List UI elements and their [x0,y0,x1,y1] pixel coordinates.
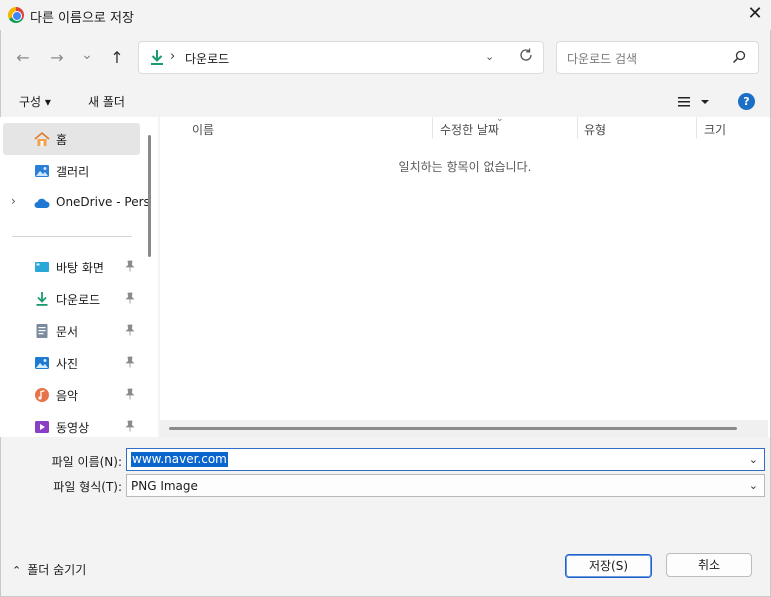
save-button[interactable]: 저장(S) [565,554,652,578]
sidebar-item-label: 바탕 화면 [56,261,104,275]
search-box[interactable]: 다운로드 검색 [556,41,759,74]
pin-icon[interactable] [124,420,136,432]
column-header-name[interactable]: 이름 [192,121,214,138]
address-bar[interactable]: › 다운로드 ⌄ [138,41,544,74]
chevron-down-icon[interactable]: ⌄ [485,50,494,63]
up-button[interactable]: ↑ [106,47,128,69]
chevron-right-icon[interactable]: › [11,194,16,208]
pin-icon[interactable] [124,388,136,400]
file-type-label: 파일 형식(T): [53,480,122,494]
cancel-button[interactable]: 취소 [666,553,752,577]
sidebar-item-downloads[interactable]: 다운로드 [3,283,140,315]
sidebar-item-pictures[interactable]: 사진 [3,347,140,379]
hide-folders-button[interactable]: ⌃ 폴더 숨기기 [12,561,86,578]
sidebar-item-music[interactable]: 음악 [3,379,140,411]
chevron-down-icon[interactable]: ⌄ [749,453,758,466]
pin-icon[interactable] [124,260,136,272]
sidebar-item-label: 다운로드 [56,293,101,307]
new-folder-button[interactable]: 새 폴더 [88,93,125,110]
column-separator[interactable] [696,117,697,139]
search-icon[interactable] [731,49,747,65]
sidebar-divider [12,236,132,237]
music-icon [35,388,49,402]
column-separator[interactable] [432,117,433,139]
sidebar-scrollbar[interactable] [148,135,151,257]
document-icon [36,324,48,338]
organize-menu-button[interactable]: 구성 ▾ [19,93,51,110]
home-icon [34,131,50,146]
sidebar-item-label: OneDrive - Pers [56,195,150,209]
empty-list-message: 일치하는 항목이 없습니다. [398,160,532,174]
video-icon [35,421,49,433]
forward-button[interactable]: → [46,47,68,69]
chevron-up-icon: ⌃ [12,564,22,577]
search-placeholder: 다운로드 검색 [567,52,638,66]
column-separator[interactable] [577,117,578,139]
help-icon[interactable]: ? [738,93,755,110]
file-name-label: 파일 이름(N): [51,455,122,469]
sidebar-item-videos[interactable]: 동영상 [3,411,140,437]
chrome-app-icon [8,7,24,23]
breadcrumb-downloads[interactable]: 다운로드 [185,50,229,67]
list-view-icon [678,97,690,107]
file-name-value[interactable]: www.naver.com [131,452,228,467]
file-type-select[interactable]: PNG Image ⌄ [126,474,765,497]
sidebar-item-gallery[interactable]: 갤러리 [3,155,140,187]
sidebar-item-onedrive[interactable]: › OneDrive - Pers [3,187,150,219]
download-icon [36,292,48,306]
sidebar-item-desktop[interactable]: 바탕 화면 [3,251,140,283]
close-button[interactable]: ✕ [744,3,766,25]
file-name-input[interactable]: www.naver.com ⌄ [126,448,765,471]
column-header-date-modified[interactable]: 수정한 날짜 [440,121,499,138]
dialog-title: 다른 이름으로 저장 [30,11,134,26]
pin-icon[interactable] [124,356,136,368]
sidebar-item-label: 홈 [56,133,68,147]
view-options-button[interactable] [677,94,711,110]
pin-icon[interactable] [124,324,136,336]
desktop-icon [35,262,49,272]
download-icon [151,50,163,65]
breadcrumb-separator: › [170,49,176,64]
sidebar-item-label: 동영상 [56,421,90,435]
gallery-icon [35,165,49,177]
back-button[interactable]: ← [12,47,34,69]
column-header-type[interactable]: 유형 [584,121,606,138]
chevron-down-icon [701,100,709,104]
chevron-down-icon[interactable]: ⌄ [749,479,758,492]
file-type-value: PNG Image [131,479,198,493]
sidebar-item-label: 문서 [56,325,79,339]
refresh-icon[interactable] [518,47,534,63]
sidebar-item-label: 갤러리 [56,165,90,179]
file-list-pane: 이름 ⌄ 수정한 날짜 유형 크기 일치하는 항목이 없습니다. [160,114,770,437]
pictures-icon [35,357,49,369]
recent-locations-button[interactable]: ⌄ [76,44,98,66]
sidebar-item-label: 사진 [56,357,79,371]
horizontal-scrollbar-thumb[interactable] [169,427,737,430]
onedrive-cloud-icon [34,198,50,208]
sidebar-item-documents[interactable]: 문서 [3,315,140,347]
column-header-size[interactable]: 크기 [704,121,726,138]
navigation-pane: 홈 갤러리 › OneDrive - Pers 바탕 화면 다운로드 문서 사진… [0,117,158,437]
pin-icon[interactable] [124,292,136,304]
sidebar-item-home[interactable]: 홈 [3,123,140,155]
hide-folders-label: 폴더 숨기기 [27,563,87,577]
sidebar-item-label: 음악 [56,389,79,403]
